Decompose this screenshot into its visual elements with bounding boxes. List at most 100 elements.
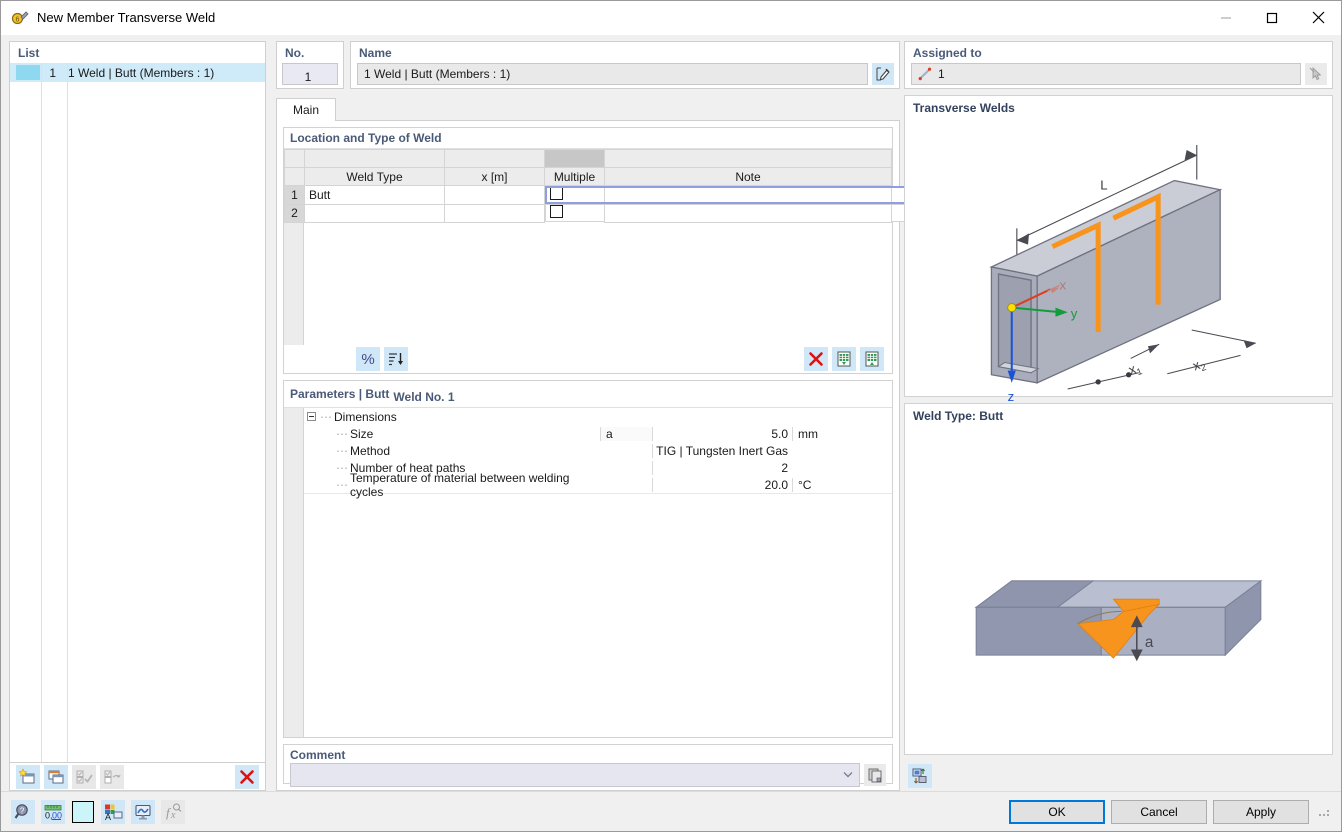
image-export-button[interactable] — [908, 764, 932, 788]
tab-main[interactable]: Main — [276, 98, 336, 121]
multiple-checkbox[interactable] — [550, 187, 563, 200]
collapse-expander-icon[interactable] — [307, 412, 316, 421]
close-icon[interactable] — [1295, 1, 1341, 35]
parameter-unit: mm — [792, 427, 892, 441]
weld-number-label: Weld No. 1 — [389, 384, 884, 404]
parameters-gutter — [284, 408, 304, 737]
comment-combobox[interactable] — [290, 763, 860, 787]
col-weld-type[interactable]: Weld Type — [305, 168, 445, 186]
chevron-down-icon[interactable] — [841, 767, 855, 784]
parameter-row-size[interactable]: ⋯Size a 5.0 mm — [304, 425, 892, 442]
name-input[interactable]: 1 Weld | Butt (Members : 1) — [357, 63, 868, 85]
maximize-icon[interactable] — [1249, 1, 1295, 35]
dialog-body: List 1 1 Weld | Butt (Members : 1) — [1, 35, 1341, 791]
assigned-to-group: Assigned to 1 — [904, 41, 1333, 89]
ok-button[interactable]: OK — [1009, 800, 1105, 824]
cell-x[interactable] — [445, 186, 545, 205]
comment-panel: Comment — [283, 744, 893, 784]
parameters-group-row[interactable]: ⋯ Dimensions — [304, 408, 892, 425]
center-column: No. 1 Name 1 Weld | Butt (Members : 1) — [272, 35, 900, 791]
label-button[interactable]: A — [101, 800, 125, 824]
cancel-button[interactable]: Cancel — [1111, 800, 1207, 824]
svg-text:x: x — [170, 810, 176, 821]
copy-item-button[interactable] — [44, 765, 68, 789]
search-button[interactable]: ? — [11, 800, 35, 824]
col-x[interactable]: x [m] — [445, 168, 545, 186]
weld-type-title: Weld Type: Butt — [905, 404, 1332, 423]
col-multiple[interactable]: Multiple — [545, 168, 605, 186]
dialog-window: 6 New Member Transverse Weld List — [0, 0, 1342, 832]
weld-table-gutter — [284, 223, 304, 346]
tab-page-main: Location and Type of Weld — [276, 121, 900, 791]
transverse-welds-picture: Transverse Welds L — [904, 95, 1333, 397]
name-label: Name — [351, 42, 899, 63]
apply-button[interactable]: Apply — [1213, 800, 1309, 824]
minimize-icon[interactable] — [1203, 1, 1249, 35]
assigned-to-input[interactable]: 1 — [911, 63, 1301, 85]
header-fields: No. 1 Name 1 Weld | Butt (Members : 1) — [276, 41, 900, 89]
list-item-no: 1 — [40, 66, 60, 80]
units-button[interactable]: 0, 00 — [41, 800, 65, 824]
parameter-unit: °C — [792, 478, 892, 492]
list-item-color-swatch — [16, 65, 40, 80]
edit-pencil-icon[interactable] — [872, 63, 894, 85]
svg-text:A: A — [105, 812, 111, 821]
tab-strip: Main — [276, 97, 900, 121]
parameter-row-temperature[interactable]: ⋯Temperature of material between welding… — [304, 476, 892, 493]
parameter-value[interactable]: 20.0 — [652, 478, 792, 492]
transverse-welds-canvas: L — [905, 115, 1332, 408]
copy-pages-icon[interactable] — [864, 764, 886, 786]
parameter-label: Temperature of material between welding … — [350, 471, 600, 499]
cell-weld-type[interactable]: Butt — [305, 186, 445, 205]
table-row[interactable]: 1 Butt — [285, 186, 892, 205]
parameters-rows: ⋯ Dimensions ⋯Size a — [304, 408, 892, 737]
parameter-value[interactable]: 5.0 — [652, 427, 792, 441]
parameter-value[interactable]: 2 — [652, 461, 792, 475]
table-row[interactable]: 2 — [285, 204, 892, 222]
new-item-button[interactable] — [16, 765, 40, 789]
parameter-label: Method — [350, 444, 390, 458]
butt-weld-diagram: a — [905, 423, 1332, 754]
location-type-header: Location and Type of Weld — [284, 128, 892, 149]
check-all-button — [72, 765, 96, 789]
no-label: No. — [277, 42, 343, 63]
svg-text:%: % — [361, 351, 374, 368]
cell-note[interactable] — [605, 186, 892, 205]
import-table-button[interactable] — [832, 347, 856, 371]
location-type-title: Location and Type of Weld — [290, 131, 442, 145]
parameter-symbol: a — [600, 427, 652, 441]
parameter-row-method[interactable]: ⋯Method TIG | Tungsten Inert Gas — [304, 442, 892, 459]
assigned-to-label: Assigned to — [905, 42, 1332, 63]
export-table-button[interactable] — [860, 347, 884, 371]
comment-label: Comment — [290, 748, 345, 762]
cell-note[interactable] — [605, 204, 892, 222]
title-bar: 6 New Member Transverse Weld — [1, 1, 1341, 35]
delete-row-button[interactable] — [804, 347, 828, 371]
band-cell — [605, 150, 892, 168]
band-cell — [445, 150, 545, 168]
display-button[interactable] — [131, 800, 155, 824]
delete-item-button[interactable] — [235, 765, 259, 789]
weld-table-empty-area — [284, 223, 892, 346]
cell-x[interactable] — [445, 204, 545, 222]
resize-grip-icon[interactable] — [1319, 806, 1331, 818]
list-item[interactable]: 1 1 Weld | Butt (Members : 1) — [10, 63, 265, 82]
percent-button[interactable]: % — [356, 347, 380, 371]
row-number: 1 — [285, 186, 305, 205]
weld-table-toolbar: % — [284, 345, 892, 373]
color-button[interactable] — [71, 800, 95, 824]
weld-dialog-icon: 6 — [11, 9, 29, 27]
list-title: List — [10, 42, 265, 63]
pick-cursor-icon[interactable] — [1305, 63, 1327, 85]
col-note[interactable]: Note — [605, 168, 892, 186]
weld-table[interactable]: Weld Type x [m] Multiple Note 1 Butt — [284, 149, 892, 223]
list-item-label: 1 Weld | Butt (Members : 1) — [60, 66, 214, 80]
member-line-icon — [918, 67, 932, 81]
no-input[interactable]: 1 — [282, 63, 338, 85]
tree-line: ⋯ — [336, 427, 347, 441]
cell-weld-type[interactable] — [305, 204, 445, 222]
color-swatch-icon — [72, 801, 94, 823]
multiple-checkbox[interactable] — [550, 205, 563, 218]
sort-descending-button[interactable] — [384, 347, 408, 371]
parameter-value[interactable]: TIG | Tungsten Inert Gas — [652, 444, 792, 458]
